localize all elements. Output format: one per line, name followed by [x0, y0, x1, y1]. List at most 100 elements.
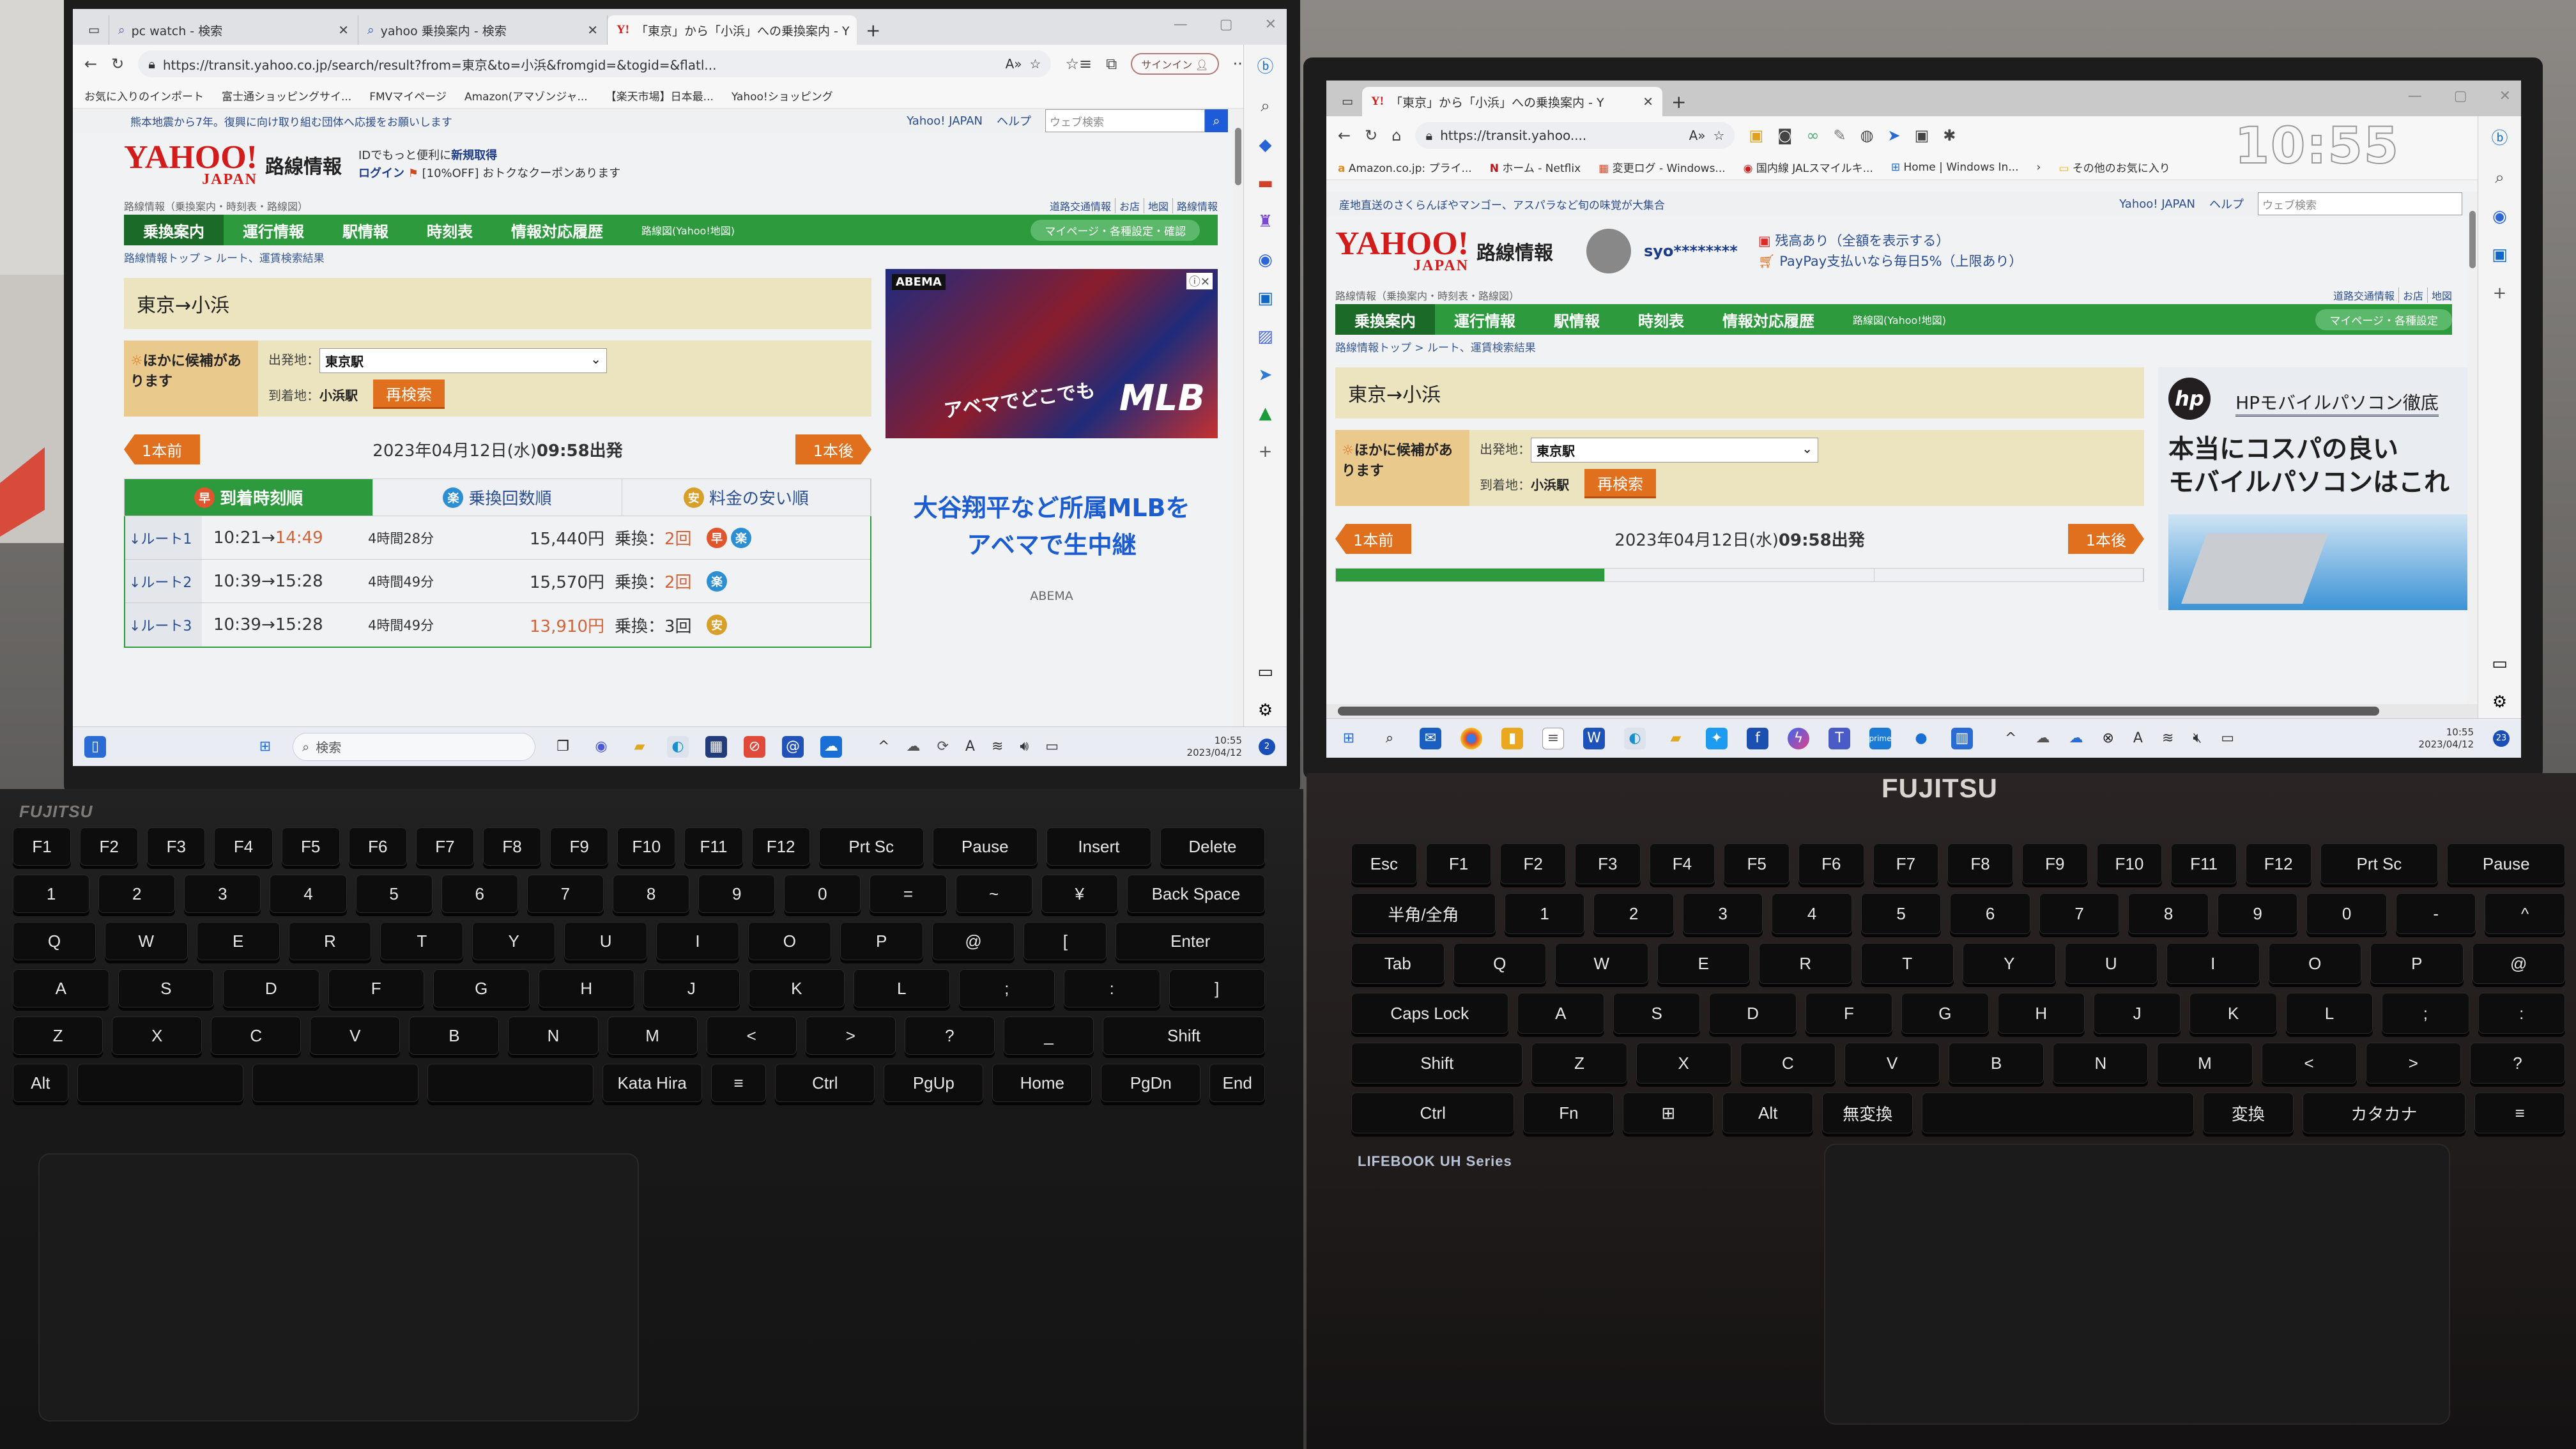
start-icon[interactable]: ⊞ [254, 736, 276, 758]
file-explorer-icon[interactable]: ▰ [629, 736, 650, 758]
browser-tab[interactable]: ⌕ pc watch - 検索 ✕ [109, 15, 358, 45]
keyboard-key[interactable]: P [839, 922, 923, 960]
extension-keep-icon[interactable]: ▣ [1749, 126, 1763, 144]
keyboard-key[interactable]: H [538, 969, 634, 1008]
keyboard-key[interactable]: 8 [2128, 893, 2209, 934]
right-touchpad[interactable] [1824, 1144, 2450, 1425]
browser-tab[interactable]: ⌕ yahoo 乗換案内 - 検索 ✕ [358, 15, 608, 45]
keyboard-key[interactable]: A [1517, 993, 1604, 1034]
onedrive-icon[interactable]: ☁ [906, 739, 920, 755]
nav-transfer[interactable]: 乗換案内 [1335, 304, 1435, 335]
map-link[interactable]: 地図 [1143, 198, 1169, 213]
keyboard-key[interactable]: : [1064, 969, 1160, 1008]
extension-arrow-icon[interactable]: ➤ [1888, 126, 1901, 144]
keyboard-key[interactable]: D [223, 969, 319, 1008]
word-icon[interactable]: W [1583, 727, 1605, 749]
favorite-item[interactable]: Amazon(アマゾンジャ... [464, 88, 588, 103]
keyboard-key[interactable]: C [1740, 1043, 1836, 1084]
add-favorite-icon[interactable]: ☆ [1030, 56, 1041, 72]
favorite-item[interactable]: FMVマイページ [369, 88, 447, 103]
keyboard-key[interactable]: F6 [348, 827, 407, 866]
keyboard-key[interactable]: Q [13, 922, 96, 960]
road-traffic-link[interactable]: 道路交通情報 [2333, 288, 2395, 303]
chevron-right-icon[interactable]: › [2037, 161, 2041, 174]
keyboard-key[interactable]: 3 [184, 875, 261, 913]
notification-badge[interactable]: 23 [2493, 730, 2510, 747]
browser-tab-active[interactable]: Y! 「東京」から「小浜」への乗換案内 - Y ✕ [607, 15, 857, 45]
signin-button[interactable]: サインイン 👤︎ [1131, 53, 1219, 75]
register-link[interactable]: 新規取得 [451, 149, 497, 162]
nav-history[interactable]: 情報対応履歴 [492, 215, 622, 245]
close-tab-icon[interactable]: ✕ [587, 22, 598, 38]
tree-icon[interactable]: ▲ [1259, 404, 1272, 423]
keyboard-key[interactable]: 7 [2039, 893, 2120, 934]
keyboard-key[interactable]: F10 [2096, 843, 2163, 884]
add-icon[interactable]: + [2493, 284, 2507, 303]
keyboard-key[interactable]: I [656, 922, 739, 960]
keyboard-key[interactable]: F [328, 969, 424, 1008]
avatar[interactable] [1586, 229, 1631, 273]
keyboard-key[interactable]: E [196, 922, 280, 960]
wifi-icon[interactable]: ≋ [2162, 730, 2174, 746]
keyboard-key[interactable]: A [13, 969, 109, 1008]
favorite-item[interactable]: a Amazon.co.jp: プライ... [1338, 159, 1472, 175]
keyboard-key[interactable]: 2 [1593, 893, 1674, 934]
battery-icon[interactable]: ▭ [1045, 739, 1059, 755]
keyboard-key[interactable]: F8 [482, 827, 542, 866]
keyboard-key[interactable]: 8 [612, 875, 690, 913]
keyboard-key[interactable]: R [1759, 943, 1852, 984]
keyboard-key[interactable]: Z [1531, 1043, 1627, 1084]
teams-icon[interactable]: T [1828, 727, 1850, 749]
keyboard-key[interactable]: - [2395, 893, 2476, 934]
wifi-icon[interactable]: ≋ [992, 739, 1003, 755]
keyboard-key[interactable]: 5 [355, 875, 433, 913]
sync-icon[interactable]: ⟳ [937, 739, 948, 755]
volume-icon[interactable]: 🔊︎ [1020, 739, 1029, 755]
keyboard-key[interactable]: [ [1023, 922, 1107, 960]
back-icon[interactable]: ← [1338, 126, 1351, 144]
yahoo-logo[interactable]: YAHOO! JAPAN [124, 141, 257, 187]
store-icon[interactable]: ▦ [705, 735, 727, 758]
keyboard-key[interactable]: ¥ [1041, 875, 1118, 913]
maximize-icon[interactable]: ▢ [1220, 17, 1233, 33]
map-link[interactable]: 地図 [2426, 288, 2452, 303]
web-search-input[interactable]: ウェブ検索 [1045, 109, 1205, 132]
prev-train-button[interactable]: 1本前 [1335, 524, 1412, 554]
notification-badge[interactable]: 2 [1259, 738, 1275, 755]
close-tab-icon[interactable]: ✕ [1643, 94, 1653, 109]
keyboard-key[interactable]: : [2478, 993, 2565, 1034]
from-select[interactable]: 東京駅 ⌄ [319, 348, 607, 373]
minimize-icon[interactable]: — [1174, 17, 1188, 33]
outlook-icon[interactable]: ✉ [1420, 727, 1441, 749]
keyboard-key[interactable]: 4 [1772, 893, 1852, 934]
keyboard-key[interactable]: L [854, 969, 950, 1008]
extension-mask-icon[interactable]: ◙ [1777, 126, 1792, 144]
edge-icon[interactable]: ◐ [1624, 727, 1646, 749]
keyboard-key[interactable]: 6 [1950, 893, 2030, 934]
username[interactable]: syo******** [1644, 242, 1738, 260]
keyboard-key[interactable]: R [288, 922, 372, 960]
collections-icon[interactable]: ⧉ [1106, 55, 1117, 73]
keyboard-key[interactable]: Delete [1160, 827, 1265, 866]
address-bar[interactable]: 🔒︎ https://transit.yahoo.co.jp/search/re… [138, 50, 1052, 77]
route-row[interactable]: ↓ルート3 10:39→15:28 4時間49分 13,910円 乗換：3回 安 [125, 603, 870, 647]
keyboard-key[interactable]: F4 [1649, 843, 1715, 884]
refresh-icon[interactable]: ↻ [1365, 126, 1377, 144]
bing-icon[interactable]: ⓑ [1257, 54, 1273, 77]
read-aloud-icon[interactable]: A» [1689, 128, 1706, 143]
keyboard-key[interactable]: Ctrl [775, 1064, 875, 1102]
keyboard-key[interactable]: H [1997, 993, 2085, 1034]
nav-history[interactable]: 情報対応履歴 [1703, 304, 1834, 335]
nav-service-info[interactable]: 運行情報 [224, 215, 323, 245]
route-name[interactable]: ↓ルート3 [125, 603, 202, 647]
keyboard-key[interactable]: ; [2382, 993, 2469, 1034]
keyboard-key[interactable]: F10 [617, 827, 676, 866]
shops-link[interactable]: お店 [1114, 198, 1140, 213]
nav-station-info[interactable]: 駅情報 [323, 215, 408, 245]
keyboard-key[interactable]: ~ [955, 875, 1032, 913]
extension-puzzle-icon[interactable]: ✱ [1943, 126, 1956, 144]
keyboard-key[interactable]: Z [13, 1016, 103, 1055]
keyboard-key[interactable]: ; [958, 969, 1055, 1008]
extension-link-icon[interactable]: ∞ [1806, 126, 1819, 144]
keyboard-key[interactable]: X [112, 1016, 203, 1055]
